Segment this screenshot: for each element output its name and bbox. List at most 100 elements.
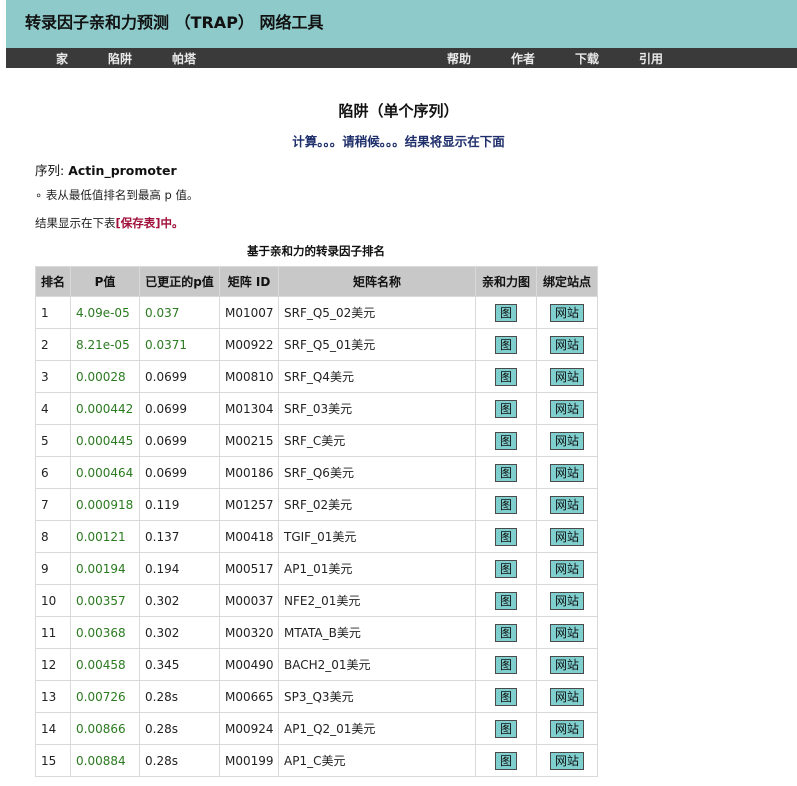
- plot-button[interactable]: 图: [494, 367, 517, 386]
- cell-affinity-plot: 图: [475, 328, 537, 361]
- cell-p-value: 0.00028: [70, 360, 140, 393]
- cell-p-value: 0.00866: [70, 712, 140, 745]
- table-row: 9 0.00194 0.194 M00517 AP1_01美元图 网站: [35, 552, 598, 585]
- cell-affinity-plot: 图: [475, 712, 537, 745]
- cell-rank: 15: [35, 744, 71, 777]
- plot-button[interactable]: 图: [494, 655, 517, 674]
- site-button[interactable]: 网站: [549, 431, 584, 450]
- cell-p-value: 8.21e-05: [70, 328, 140, 361]
- ranking-table: 排名 P值 已更正的p值 矩阵 ID 矩阵名称 亲和力图 绑定站点 1 4.09e…: [35, 266, 598, 777]
- cell-rank: 14: [35, 712, 71, 745]
- plot-button[interactable]: 图: [494, 719, 517, 738]
- bullet-icon: ∘: [35, 188, 46, 202]
- cell-matrix-name: SRF_02美元: [278, 488, 476, 521]
- save-table-link[interactable]: [保存表]: [116, 216, 161, 230]
- cell-binding-sites: 网站: [536, 616, 598, 649]
- cell-binding-sites: 网站: [536, 328, 598, 361]
- table-row: 13 0.00726 0.28s M00665 SP3_Q3美元图 网站: [35, 680, 598, 713]
- site-button[interactable]: 网站: [549, 463, 584, 482]
- cell-binding-sites: 网站: [536, 648, 598, 681]
- plot-button[interactable]: 图: [494, 303, 517, 322]
- site-button[interactable]: 网站: [549, 687, 584, 706]
- cell-rank: 5: [35, 424, 71, 457]
- site-button[interactable]: 网站: [549, 623, 584, 642]
- plot-button[interactable]: 图: [494, 687, 517, 706]
- plot-button[interactable]: 图: [494, 527, 517, 546]
- nav-download[interactable]: 下载: [575, 50, 599, 67]
- table-row: 14 0.00866 0.28s M00924 AP1_Q2_01美元图 网站: [35, 712, 598, 745]
- cell-affinity-plot: 图: [475, 744, 537, 777]
- table-caption: 基于亲和力的转录因子排名: [247, 244, 385, 258]
- page-header: 转录因子亲和力预测 （TRAP） 网络工具: [6, 0, 797, 48]
- cell-matrix-id: M00418: [219, 520, 279, 553]
- site-button[interactable]: 网站: [549, 367, 584, 386]
- nav-cite[interactable]: 引用: [639, 50, 663, 67]
- site-button[interactable]: 网站: [549, 559, 584, 578]
- nav-author[interactable]: 作者: [511, 50, 535, 67]
- cell-matrix-id: M00810: [219, 360, 279, 393]
- table-row: 5 0.000445 0.0699 M00215 SRF_C美元图 网站: [35, 424, 598, 457]
- cell-binding-sites: 网站: [536, 424, 598, 457]
- cell-corrected-p: 0.345: [139, 648, 220, 681]
- cell-corrected-p: 0.119: [139, 488, 220, 521]
- cell-matrix-id: M01257: [219, 488, 279, 521]
- cell-p-value: 0.000918: [70, 488, 140, 521]
- cell-affinity-plot: 图: [475, 584, 537, 617]
- cell-matrix-name: AP1_Q2_01美元: [278, 712, 476, 745]
- nav-pata[interactable]: 帕塔: [172, 50, 196, 67]
- cell-matrix-name: SRF_03美元: [278, 392, 476, 425]
- cell-matrix-name: AP1_01美元: [278, 552, 476, 585]
- cell-p-value: 0.000464: [70, 456, 140, 489]
- header-corrected-p: 已更正的p值: [139, 266, 220, 297]
- cell-affinity-plot: 图: [475, 296, 537, 329]
- site-button[interactable]: 网站: [549, 719, 584, 738]
- cell-matrix-id: M00490: [219, 648, 279, 681]
- site-button[interactable]: 网站: [549, 527, 584, 546]
- cell-matrix-id: M00922: [219, 328, 279, 361]
- header-binding-sites: 绑定站点: [536, 266, 598, 297]
- plot-button[interactable]: 图: [494, 495, 517, 514]
- cell-corrected-p: 0.0699: [139, 392, 220, 425]
- nav-help[interactable]: 帮助: [447, 50, 471, 67]
- plot-button[interactable]: 图: [494, 463, 517, 482]
- plot-button[interactable]: 图: [494, 399, 517, 418]
- cell-affinity-plot: 图: [475, 488, 537, 521]
- cell-affinity-plot: 图: [475, 424, 537, 457]
- cell-rank: 6: [35, 456, 71, 489]
- site-button[interactable]: 网站: [549, 591, 584, 610]
- site-button[interactable]: 网站: [549, 751, 584, 770]
- cell-corrected-p: 0.0699: [139, 424, 220, 457]
- cell-affinity-plot: 图: [475, 392, 537, 425]
- cell-binding-sites: 网站: [536, 520, 598, 553]
- cell-binding-sites: 网站: [536, 392, 598, 425]
- sort-note-text: 表从最低值排名到最高 p 值。: [45, 188, 199, 202]
- cell-p-value: 0.00368: [70, 616, 140, 649]
- plot-button[interactable]: 图: [494, 751, 517, 770]
- cell-binding-sites: 网站: [536, 456, 598, 489]
- site-button[interactable]: 网站: [549, 495, 584, 514]
- plot-button[interactable]: 图: [494, 431, 517, 450]
- cell-binding-sites: 网站: [536, 360, 598, 393]
- cell-matrix-id: M01007: [219, 296, 279, 329]
- nav-bar: 家 陷阱 帕塔 帮助 作者 下载 引用: [6, 48, 797, 68]
- plot-button[interactable]: 图: [494, 591, 517, 610]
- cell-affinity-plot: 图: [475, 456, 537, 489]
- cell-matrix-name: AP1_C美元: [278, 744, 476, 777]
- cell-rank: 1: [35, 296, 71, 329]
- plot-button[interactable]: 图: [494, 559, 517, 578]
- site-button[interactable]: 网站: [549, 399, 584, 418]
- site-button[interactable]: 网站: [549, 303, 584, 322]
- site-button[interactable]: 网站: [549, 335, 584, 354]
- plot-button[interactable]: 图: [494, 623, 517, 642]
- site-button[interactable]: 网站: [549, 655, 584, 674]
- cell-rank: 3: [35, 360, 71, 393]
- cell-affinity-plot: 图: [475, 552, 537, 585]
- plot-button[interactable]: 图: [494, 335, 517, 354]
- nav-trap[interactable]: 陷阱: [108, 50, 132, 67]
- table-row: 12 0.00458 0.345 M00490 BACH2_01美元图 网站: [35, 648, 598, 681]
- cell-p-value: 0.00458: [70, 648, 140, 681]
- nav-home[interactable]: 家: [56, 50, 68, 67]
- cell-matrix-name: BACH2_01美元: [278, 648, 476, 681]
- cell-p-value: 0.00121: [70, 520, 140, 553]
- cell-affinity-plot: 图: [475, 520, 537, 553]
